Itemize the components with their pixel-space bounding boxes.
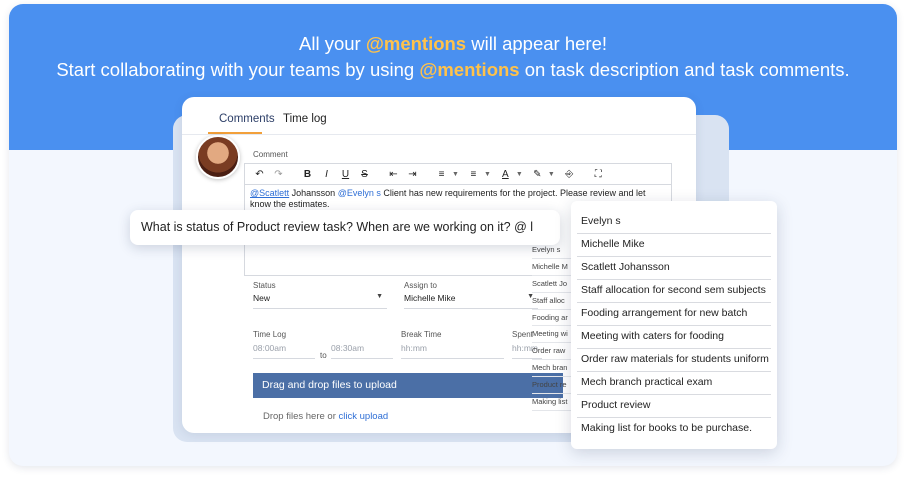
status-select[interactable]: New ▼	[253, 293, 387, 309]
status-label: Status	[253, 281, 276, 290]
list-item[interactable]: Scatlett Jo	[532, 276, 572, 293]
mention-suggestions-dropdown: Evelyn s Michelle Mike Scatlett Johansso…	[571, 201, 777, 449]
clear-format-icon[interactable]: ⎆	[561, 166, 578, 183]
ordered-list-icon[interactable]: ≡	[433, 166, 450, 183]
suggestion-item[interactable]: Michelle Mike	[577, 234, 771, 257]
click-upload-link[interactable]: click upload	[339, 411, 389, 422]
list-item[interactable]: Fooding ar	[532, 310, 572, 327]
comment-label: Comment	[253, 150, 288, 159]
highlight-icon[interactable]: ✎	[529, 166, 546, 183]
chevron-down-icon[interactable]: ▼	[484, 171, 491, 178]
headline-text: will appear here!	[466, 33, 607, 54]
suggestion-item[interactable]: Evelyn s	[577, 211, 771, 234]
headline-text: Start collaborating with your teams by u…	[56, 59, 420, 80]
headline-line-1: All your @mentions will appear here!	[9, 33, 897, 55]
time-log-label: Time Log	[253, 330, 287, 339]
tab-time-log[interactable]: Time log	[283, 113, 327, 125]
to-label: to	[320, 351, 327, 360]
underline-icon[interactable]: U	[337, 166, 354, 183]
list-item[interactable]: Mech bran	[532, 360, 572, 378]
list-item[interactable]: Product re	[532, 377, 572, 395]
list-item[interactable]: Staff alloc	[532, 293, 572, 310]
avatar	[196, 135, 240, 179]
suggestion-item[interactable]: Order raw materials for students uniform	[577, 349, 771, 372]
list-item[interactable]: Making list	[532, 394, 572, 411]
chevron-down-icon: ▼	[376, 293, 383, 300]
chevron-down-icon[interactable]: ▼	[548, 171, 555, 178]
mention-tag[interactable]: @Scatlett	[250, 188, 289, 198]
mentions-highlight: @mentions	[365, 33, 467, 54]
headline-text: All your	[299, 33, 366, 54]
inline-suggestion-list: Evelyn s Michelle M Scatlett Jo Staff al…	[532, 242, 572, 411]
fullscreen-icon[interactable]: ⛶	[590, 166, 607, 183]
spent-label: Spent	[512, 330, 533, 339]
comment-input-bubble[interactable]: What is status of Product review task? W…	[130, 210, 560, 245]
status-value: New	[253, 293, 271, 303]
italic-icon[interactable]: I	[318, 166, 335, 183]
undo-icon[interactable]: ↶	[251, 166, 268, 183]
tabs-divider	[182, 134, 696, 135]
strikethrough-icon[interactable]: S	[356, 166, 373, 183]
suggestion-item[interactable]: Product review	[577, 395, 771, 418]
drop-text: Drop files here or	[263, 411, 339, 422]
list-item[interactable]: Michelle M	[532, 259, 572, 276]
headline-text: on task description and task comments.	[519, 59, 850, 80]
break-time-input[interactable]: hh:mm	[401, 343, 504, 359]
mention-tag[interactable]: @Evelyn s	[338, 188, 381, 198]
list-item[interactable]: Meeting wi	[532, 326, 572, 344]
headline-line-2: Start collaborating with your teams by u…	[9, 59, 897, 81]
text-color-icon[interactable]: A	[497, 166, 514, 183]
mentions-highlight: @mentions	[419, 59, 520, 80]
assign-value: Michelle Mike	[404, 293, 456, 303]
unordered-list-icon[interactable]: ≡	[465, 166, 482, 183]
drop-zone[interactable]: Drop files here or click upload	[263, 411, 388, 422]
suggestion-item[interactable]: Making list for books to be purchase.	[577, 418, 771, 441]
upload-header: Drag and drop files to upload	[253, 373, 563, 398]
start-time-input[interactable]: 08:00am	[253, 343, 315, 359]
suggestion-item[interactable]: Staff allocation for second sem subjects	[577, 280, 771, 303]
tab-comments[interactable]: Comments	[219, 113, 275, 125]
bold-icon[interactable]: B	[299, 166, 316, 183]
suggestion-item[interactable]: Scatlett Johansson	[577, 257, 771, 280]
outdent-icon[interactable]: ⇤	[385, 166, 402, 183]
assign-label: Assign to	[404, 281, 437, 290]
assign-select[interactable]: Michelle Mike ▼	[404, 293, 538, 309]
list-item[interactable]: Order raw	[532, 343, 572, 361]
chevron-down-icon[interactable]: ▼	[516, 171, 523, 178]
comment-text: Johansson	[289, 188, 338, 198]
chevron-down-icon[interactable]: ▼	[452, 171, 459, 178]
suggestion-item[interactable]: Mech branch practical exam	[577, 372, 771, 395]
break-time-label: Break Time	[401, 330, 442, 339]
editor-toolbar: ↶ ↷ B I U S ⇤ ⇥ ≡ ▼ ≡ ▼ A ▼ ✎ ▼ ⎆ ⛶	[245, 164, 671, 185]
indent-icon[interactable]: ⇥	[404, 166, 421, 183]
suggestion-item[interactable]: Fooding arrangement for new batch	[577, 303, 771, 326]
redo-icon[interactable]: ↷	[270, 166, 287, 183]
end-time-input[interactable]: 08:30am	[331, 343, 393, 359]
suggestion-item[interactable]: Meeting with caters for fooding	[577, 326, 771, 349]
